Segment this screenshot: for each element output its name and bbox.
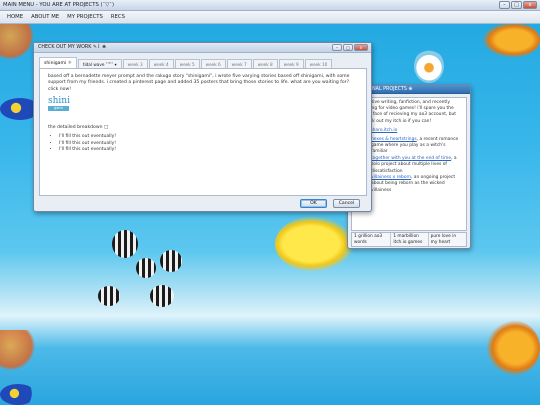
coral-decoration (0, 20, 34, 60)
list-item: together with you at the end of time, a … (366, 156, 463, 175)
shinigami-logo: shini gami (48, 97, 358, 112)
nav-my-projects[interactable]: MY PROJECTS (63, 14, 107, 20)
nav-about-me[interactable]: ABOUT ME (27, 14, 63, 20)
status-bar: 1 grillion ao3 words 1 marbillion itch.i… (351, 232, 467, 247)
personal-projects-intro: creative writing, fanfiction, and recent… (362, 100, 457, 124)
main-nav: HOME ABOUT ME MY PROJECTS RECS (0, 11, 540, 24)
goldfish-image (486, 320, 540, 376)
dialog-close-button[interactable]: x (354, 44, 368, 51)
tab-week-10[interactable]: week 10 (304, 59, 333, 68)
shinigami-description: based off a bernadette meyer prompt and … (48, 74, 350, 92)
tab-week-9[interactable]: week 9 (278, 59, 304, 68)
dialog-maximize-button[interactable]: □ (343, 44, 353, 51)
tab-week-8[interactable]: week 8 (252, 59, 278, 68)
status-itch: 1 marbillion itch.io games (391, 233, 429, 246)
project-link[interactable]: villainess x reborn (371, 175, 411, 180)
tab-shinigami[interactable]: shinigami ☼ (39, 57, 77, 68)
maximize-button[interactable]: □ (511, 1, 522, 9)
dialog-title: CHECK OUT MY WORK ✎꒰ ❀ (34, 43, 371, 53)
close-button[interactable]: x (523, 1, 537, 9)
list-item: hexes & heartstrings, a recent romance g… (366, 137, 463, 156)
cancel-button[interactable]: Cancel (333, 199, 360, 208)
tab-content: based off a bernadette meyer prompt and … (39, 68, 367, 196)
angelfish-image (150, 285, 174, 307)
main-title-bar: MAIN MENU - YOU ARE AT PROJECTS (ˉ▽ˉ) – … (0, 0, 540, 11)
tab-strip: shinigami ☼ tidal wave ˃꒳˂ ▾ week 3 week… (39, 57, 333, 68)
coral-decoration (0, 330, 36, 370)
tab-week-5[interactable]: week 5 (174, 59, 200, 68)
tab-week-3[interactable]: week 3 (122, 59, 148, 68)
minimize-button[interactable]: – (499, 1, 510, 9)
logo-main: shini (48, 96, 70, 107)
check-out-work-dialog: CHECK OUT MY WORK ✎꒰ ❀ – □ x shinigami ☼… (33, 42, 372, 212)
angelfish-image (112, 230, 138, 258)
logo-sub: gami (48, 106, 69, 112)
angelfish-image (136, 258, 156, 278)
tab-week-4[interactable]: week 4 (148, 59, 174, 68)
window-title: MAIN MENU - YOU ARE AT PROJECTS (ˉ▽ˉ) (3, 2, 115, 8)
fishbowl-image (414, 49, 444, 83)
status-love: pure love in my heart (430, 234, 457, 245)
nav-recs[interactable]: RECS (107, 14, 129, 20)
yellow-tang-image (275, 216, 355, 272)
project-link[interactable]: together with you at the end of time (371, 156, 451, 161)
blue-fish-image (0, 384, 36, 405)
ok-button[interactable]: OK (300, 199, 327, 208)
tab-week-7[interactable]: week 7 (226, 59, 252, 68)
goldfish-image (482, 22, 540, 58)
dialog-controls: – □ x (332, 44, 368, 51)
angelfish-image (160, 250, 182, 272)
breakdown-list: I'll fill this out eventually! I'll fill… (48, 134, 358, 154)
list-item: villainess x reborn, an ongoing project … (366, 175, 463, 194)
list-item: I'll fill this out eventually! (59, 147, 358, 154)
dialog-minimize-button[interactable]: – (332, 44, 342, 51)
angelfish-image (98, 286, 120, 306)
status-ao3: 1 grillion ao3 words (352, 233, 392, 246)
project-link[interactable]: hexes & heartstrings (371, 137, 417, 142)
window-controls: – □ x (499, 1, 537, 9)
breakdown-heading: the detailed breakdown □ (48, 124, 109, 130)
nav-home[interactable]: HOME (3, 14, 27, 20)
project-list: hexes & heartstrings, a recent romance g… (362, 137, 463, 194)
tab-week-6[interactable]: week 6 (200, 59, 226, 68)
tab-tidal-wave[interactable]: tidal wave ˃꒳˂ ▾ (77, 59, 122, 68)
